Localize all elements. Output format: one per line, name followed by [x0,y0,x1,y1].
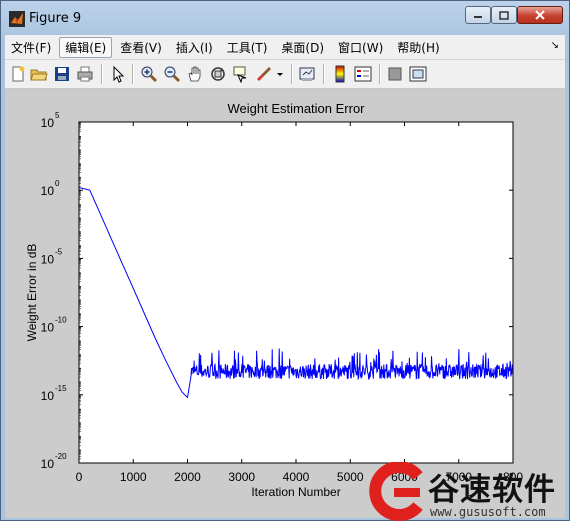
x-tick-label: 2000 [174,470,201,484]
y-axis-label: Weight Error in dB [25,244,39,342]
gususoft-logo-icon [369,462,423,521]
x-tick-label: 3000 [228,470,255,484]
new-figure-icon[interactable] [9,65,27,83]
minimize-icon [474,16,482,18]
x-tick-label: 1000 [120,470,147,484]
menu-window[interactable]: 窗口(W) [332,37,389,58]
menu-file[interactable]: 文件(F) [5,37,57,58]
weight-error-chart: Weight Estimation Error Iteration Number W… [25,101,523,499]
zoom-in-icon[interactable] [140,65,158,83]
link-plot-icon[interactable] [298,65,316,83]
watermark-url: www.gususoft.com [430,505,546,519]
toolbar-separator [132,64,134,84]
y-tick-exponent: 0 [55,179,60,188]
edit-plot-arrow-icon[interactable] [109,65,127,83]
x-tick-label: 0 [76,470,83,484]
y-tick-label: 10 [41,116,55,130]
menu-insert[interactable]: 插入(I) [170,37,219,58]
x-tick-label: 5000 [337,470,364,484]
title-bar[interactable]: Figure 9 [1,1,569,35]
y-tick-exponent: 5 [55,111,60,120]
figure-window: Figure 9 文件(F) 编辑(E) 查看(V) 插入(I) 工具(T) 桌… [0,0,570,521]
x-axis-label: Iteration Number [251,485,340,499]
chart-title: Weight Estimation Error [227,101,365,116]
menu-edit[interactable]: 编辑(E) [59,36,113,58]
menu-view[interactable]: 查看(V) [114,37,168,58]
brush-dropdown-icon[interactable] [275,65,285,83]
open-file-icon[interactable] [30,65,48,83]
maximize-button[interactable] [491,6,517,24]
watermark-logo: 谷速软件 www.gususoft.com [364,462,570,521]
figure-canvas: Weight Estimation Error Iteration Number W… [5,89,565,518]
data-cursor-icon[interactable] [232,65,250,83]
toolbar-separator [101,64,103,84]
legend-icon[interactable] [354,65,372,83]
y-tick-label: 10 [41,389,55,403]
show-plot-tools-icon[interactable] [409,65,427,83]
pan-hand-icon[interactable] [186,65,204,83]
rotate-3d-icon[interactable] [209,65,227,83]
maximize-icon [499,10,509,20]
y-tick-exponent: -10 [55,316,67,325]
hide-plot-tools-icon[interactable] [386,65,404,83]
print-icon[interactable] [76,65,94,83]
matlab-logo-icon [9,11,25,27]
watermark-brand: 谷速软件 [428,472,556,508]
y-tick-exponent: -20 [55,452,67,461]
y-tick-label: 10 [41,252,55,266]
close-button[interactable] [517,6,563,24]
menu-bar: 文件(F) 编辑(E) 查看(V) 插入(I) 工具(T) 桌面(D) 窗口(W… [5,35,565,60]
y-tick-label: 10 [41,457,55,471]
minimize-button[interactable] [465,6,491,24]
y-tick-label: 10 [41,321,55,335]
window-title: Figure 9 [29,11,82,26]
close-icon [535,10,545,20]
zoom-out-icon[interactable] [163,65,181,83]
x-tick-label: 4000 [283,470,310,484]
toolbar-separator [379,64,381,84]
toolbar-separator [291,64,293,84]
y-tick-exponent: -15 [55,384,67,393]
figure-toolbar [5,60,565,89]
save-icon[interactable] [53,65,71,83]
axes-background [79,122,513,463]
brush-icon[interactable] [255,65,273,83]
colorbar-icon[interactable] [331,65,349,83]
menu-help[interactable]: 帮助(H) [391,37,445,58]
menu-tools[interactable]: 工具(T) [221,37,274,58]
menu-overflow-icon[interactable]: ↘ [551,40,559,51]
menu-desktop[interactable]: 桌面(D) [275,37,330,58]
toolbar-separator [323,64,325,84]
y-tick-label: 10 [41,184,55,198]
y-tick-exponent: -5 [55,247,63,256]
